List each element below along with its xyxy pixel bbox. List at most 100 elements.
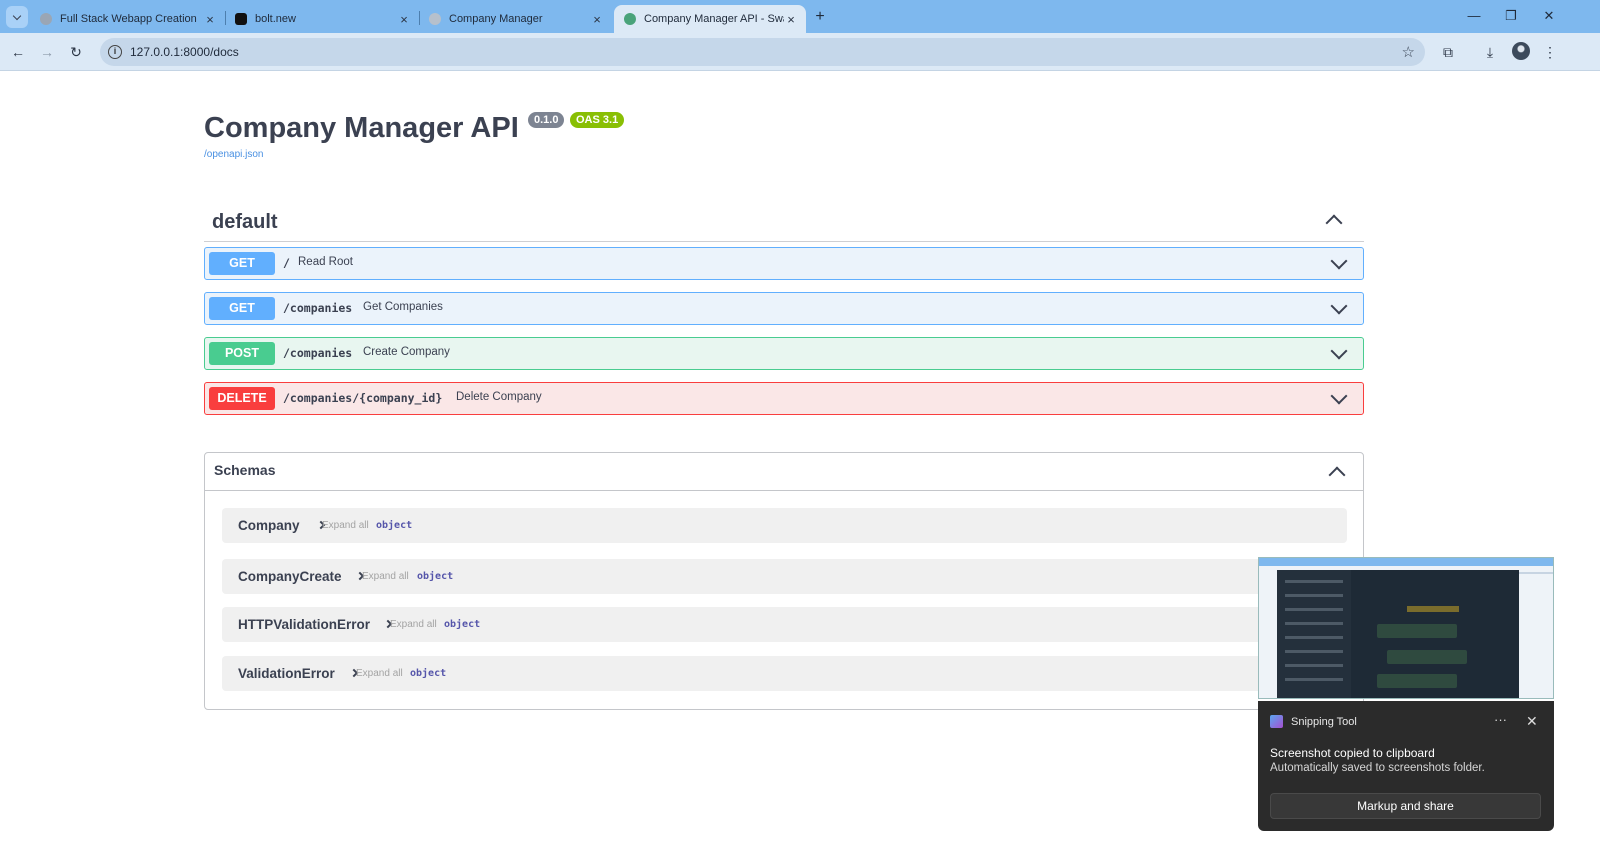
model-name: Company <box>238 518 300 533</box>
expand-all-link[interactable]: Expand all <box>362 571 409 582</box>
tab-title: bolt.new <box>255 13 296 25</box>
close-tab-icon[interactable]: × <box>590 12 604 27</box>
api-title: Company Manager API <box>204 112 519 144</box>
schemas-section: Schemas Company Expand all object Compan… <box>204 452 1364 710</box>
operation-get-companies[interactable]: GET /companies Get Companies <box>204 292 1364 325</box>
thumbnail-row <box>1285 636 1343 639</box>
expand-chevron-icon[interactable] <box>1330 387 1348 405</box>
download-icon[interactable]: ⤓ <box>1480 42 1500 62</box>
screenshot-thumbnail[interactable] <box>1258 557 1554 699</box>
operation-get-root[interactable]: GET / Read Root <box>204 247 1364 280</box>
tab-bolt-new[interactable]: bolt.new × <box>225 5 419 33</box>
new-tab-button[interactable]: + <box>810 7 830 27</box>
expand-all-link[interactable]: Expand all <box>356 668 403 679</box>
model-http-validation-error[interactable]: HTTPValidationError Expand all object <box>222 607 1347 642</box>
expand-all-link[interactable]: Expand all <box>390 619 437 630</box>
tab-search-button[interactable] <box>6 6 28 28</box>
browser-toolbar: ← → ↻ i 127.0.0.1:8000/docs ☆ ⧉ ⤓ ⋮ <box>0 33 1600 71</box>
forward-button[interactable]: → <box>36 41 58 63</box>
model-type: object <box>444 619 481 630</box>
site-info-icon[interactable]: i <box>108 45 122 59</box>
snipping-tool-icon <box>1270 715 1283 728</box>
address-bar[interactable]: i 127.0.0.1:8000/docs ☆ <box>100 38 1425 66</box>
model-type: object <box>417 571 454 582</box>
model-type: object <box>376 520 413 531</box>
back-button[interactable]: ← <box>7 41 29 63</box>
thumbnail-line <box>1519 572 1553 574</box>
operation-path: / <box>283 256 290 270</box>
minimize-button[interactable]: — <box>1464 6 1484 26</box>
bolt-logo-icon <box>235 13 247 25</box>
more-options-icon[interactable]: ··· <box>1494 712 1507 727</box>
model-company-create[interactable]: CompanyCreate Expand all object <box>222 559 1347 594</box>
profile-avatar-icon[interactable] <box>1512 42 1530 60</box>
oas-badge: OAS 3.1 <box>570 112 625 128</box>
operation-path: /companies <box>283 346 353 360</box>
bookmark-star-icon[interactable]: ☆ <box>1402 43 1415 61</box>
collapse-chevron-icon[interactable] <box>1328 466 1346 484</box>
thumbnail-message <box>1387 650 1467 664</box>
tab-title: Company Manager API - Swagger UI <box>644 13 784 25</box>
globe-icon <box>40 13 52 25</box>
thumbnail-highlight <box>1407 606 1459 612</box>
notification-app-name: Snipping Tool <box>1291 716 1357 728</box>
tab-title: Company Manager <box>449 13 543 25</box>
operation-post-companies[interactable]: POST /companies Create Company <box>204 337 1364 370</box>
snipping-tool-notification: Snipping Tool ··· ✕ Screenshot copied to… <box>1258 701 1554 831</box>
model-type: object <box>410 668 447 679</box>
operation-path: /companies <box>283 301 353 315</box>
operation-summary: Read Root <box>298 256 353 268</box>
maximize-button[interactable]: ❐ <box>1501 6 1521 26</box>
thumbnail-titlebar <box>1259 558 1553 566</box>
model-name: HTTPValidationError <box>238 617 371 632</box>
swagger-logo-icon <box>624 13 636 25</box>
model-name: ValidationError <box>238 666 335 681</box>
close-window-button[interactable]: ✕ <box>1539 6 1559 26</box>
schemas-title: Schemas <box>214 462 276 478</box>
thumbnail-row <box>1285 608 1343 611</box>
method-badge: GET <box>209 297 275 320</box>
close-tab-icon[interactable]: × <box>397 12 411 27</box>
menu-kebab-icon[interactable]: ⋮ <box>1540 42 1560 62</box>
close-tab-icon[interactable]: × <box>203 12 217 27</box>
close-notification-icon[interactable]: ✕ <box>1526 713 1538 730</box>
method-badge: POST <box>209 342 275 365</box>
expand-all-link[interactable]: Expand all <box>322 520 369 531</box>
reload-button[interactable]: ↻ <box>65 41 87 63</box>
thumbnail-message <box>1377 624 1457 638</box>
close-tab-icon[interactable]: × <box>784 12 798 27</box>
default-section-header[interactable]: default <box>204 200 1364 242</box>
notification-message: Screenshot copied to clipboard <box>1270 746 1435 760</box>
url-text[interactable]: 127.0.0.1:8000/docs <box>130 45 239 59</box>
tab-full-stack-webapp[interactable]: Full Stack Webapp Creation × <box>30 5 225 33</box>
tab-swagger-ui[interactable]: Company Manager API - Swagger UI × <box>614 5 806 33</box>
chevron-down-icon <box>12 11 22 20</box>
thumbnail-row <box>1285 622 1343 625</box>
markup-and-share-button[interactable]: Markup and share <box>1270 793 1541 819</box>
operation-summary: Get Companies <box>363 301 443 313</box>
thumbnail-message <box>1377 674 1457 688</box>
thumbnail-row <box>1285 678 1343 681</box>
collapse-chevron-icon[interactable] <box>1325 214 1343 232</box>
model-validation-error[interactable]: ValidationError Expand all object <box>222 656 1347 691</box>
schemas-header[interactable]: Schemas <box>205 453 1363 491</box>
tab-company-manager[interactable]: Company Manager × <box>419 5 612 33</box>
model-company[interactable]: Company Expand all object <box>222 508 1347 543</box>
extensions-icon[interactable]: ⧉ <box>1438 42 1458 62</box>
thumbnail-row <box>1285 664 1343 667</box>
globe-icon <box>429 13 441 25</box>
expand-chevron-icon[interactable] <box>1330 297 1348 315</box>
tab-title: Full Stack Webapp Creation <box>60 13 197 25</box>
expand-chevron-icon[interactable] <box>1330 252 1348 270</box>
thumbnail-row <box>1285 594 1343 597</box>
thumbnail-row <box>1285 650 1343 653</box>
method-badge: DELETE <box>209 387 275 410</box>
notification-detail: Automatically saved to screenshots folde… <box>1270 762 1485 774</box>
operation-delete-company[interactable]: DELETE /companies/{company_id} Delete Co… <box>204 382 1364 415</box>
operation-path: /companies/{company_id} <box>283 391 443 405</box>
browser-tab-bar: Full Stack Webapp Creation × bolt.new × … <box>0 0 1600 33</box>
openapi-json-link[interactable]: /openapi.json <box>204 149 264 160</box>
expand-chevron-icon[interactable] <box>1330 342 1348 360</box>
thumbnail-row <box>1285 580 1343 583</box>
section-title: default <box>212 211 278 233</box>
